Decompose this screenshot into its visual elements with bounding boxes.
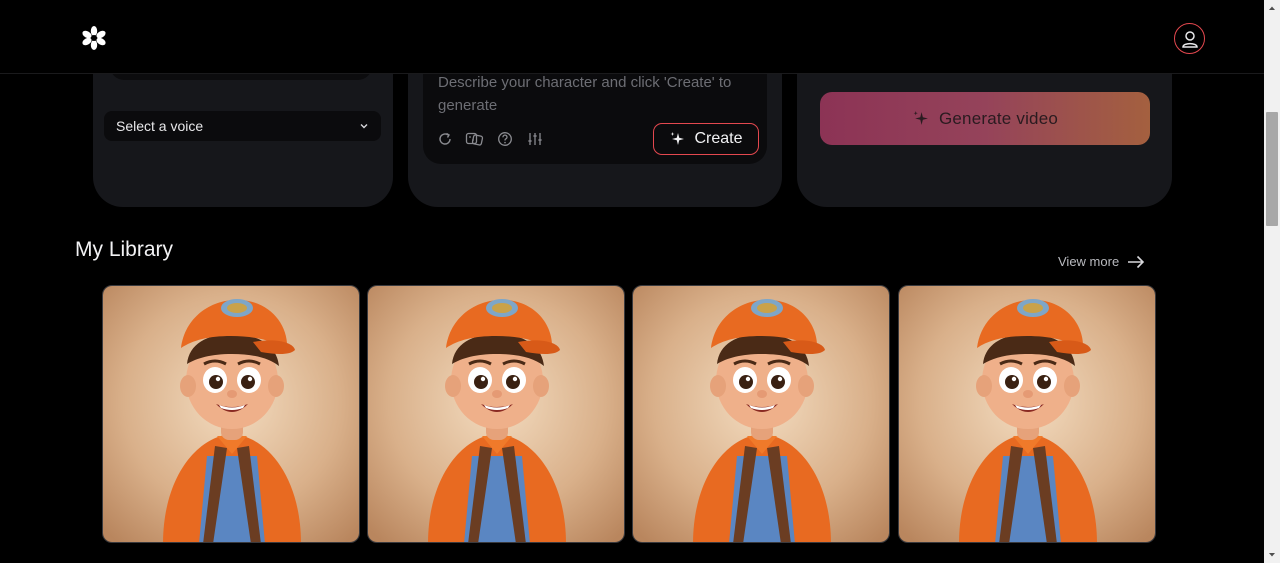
- chevron-down-icon: [360, 124, 368, 129]
- help-icon[interactable]: [497, 131, 513, 147]
- voice-select[interactable]: Select a voice: [104, 111, 381, 141]
- profile-button[interactable]: [1174, 23, 1205, 54]
- character-thumbnail: [899, 286, 1155, 542]
- dice-icon[interactable]: [465, 131, 484, 147]
- character-thumbnail: [103, 286, 359, 542]
- arrow-right-icon: [1128, 255, 1145, 268]
- scroll-up-icon[interactable]: [1266, 2, 1278, 14]
- scrollbar-track[interactable]: [1264, 0, 1280, 563]
- user-icon: [1181, 30, 1198, 48]
- scroll-down-icon[interactable]: [1266, 549, 1278, 561]
- prompt-placeholder: Describe your character and click 'Creat…: [438, 74, 732, 114]
- sparkle-icon: [670, 132, 685, 145]
- create-button-label: Create: [694, 130, 743, 147]
- library-item[interactable]: [102, 285, 360, 543]
- generate-video-label: Generate video: [938, 108, 1059, 128]
- refresh-icon[interactable]: [437, 131, 453, 147]
- character-thumbnail: [633, 286, 889, 542]
- library-item[interactable]: [367, 285, 625, 543]
- sliders-icon[interactable]: [527, 131, 543, 147]
- view-more-link[interactable]: View more: [1058, 254, 1145, 269]
- library-title: My Library: [75, 238, 174, 261]
- view-more-label: View more: [1058, 254, 1120, 269]
- create-button[interactable]: Create: [653, 123, 759, 155]
- library-item[interactable]: [898, 285, 1156, 543]
- library-item[interactable]: [632, 285, 890, 543]
- scrollbar-thumb[interactable]: [1266, 112, 1278, 226]
- logo-icon[interactable]: [81, 26, 107, 50]
- character-thumbnail: [368, 286, 624, 542]
- voice-select-label: Select a voice: [116, 118, 204, 134]
- top-bar: [0, 0, 1264, 74]
- generate-video-button[interactable]: Generate video: [820, 92, 1150, 145]
- sparkle-icon: [913, 111, 928, 125]
